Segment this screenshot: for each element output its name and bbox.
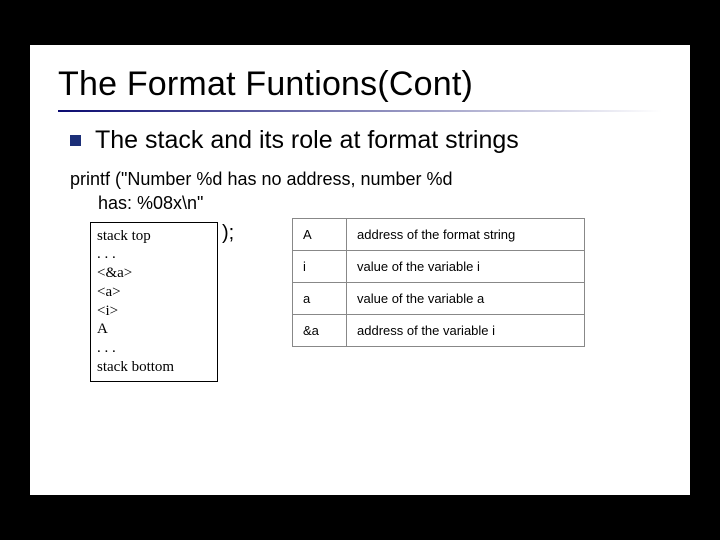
legend-value: value of the variable a bbox=[347, 282, 585, 314]
legend-key: a bbox=[293, 282, 347, 314]
stack-line: stack top bbox=[97, 227, 211, 246]
title-underline bbox=[58, 110, 662, 112]
table-row: i value of the variable i bbox=[293, 250, 585, 282]
stack-line: stack bottom bbox=[97, 358, 211, 377]
code-snippet: printf ("Number %d has no address, numbe… bbox=[30, 163, 690, 216]
stack-line: <a> bbox=[97, 283, 211, 302]
legend-value: value of the variable i bbox=[347, 250, 585, 282]
square-bullet-icon bbox=[70, 135, 81, 146]
table-row: a value of the variable a bbox=[293, 282, 585, 314]
lower-area: ); stack top . . . <&a> <a> <i> A . . . … bbox=[30, 222, 690, 412]
legend-key: i bbox=[293, 250, 347, 282]
bullet-text: The stack and its role at format strings bbox=[95, 126, 519, 155]
stack-line: . . . bbox=[97, 339, 211, 358]
code-line-1: printf ("Number %d has no address, numbe… bbox=[70, 167, 662, 191]
table-row: &a address of the variable i bbox=[293, 314, 585, 346]
stack-line: A bbox=[97, 320, 211, 339]
legend-value: address of the variable i bbox=[347, 314, 585, 346]
stack-diagram: stack top . . . <&a> <a> <i> A . . . sta… bbox=[90, 222, 218, 382]
slide: The Format Funtions(Cont) The stack and … bbox=[30, 45, 690, 495]
code-fragment-paren: ); bbox=[222, 222, 234, 245]
stack-line: <&a> bbox=[97, 264, 211, 283]
legend-table: A address of the format string i value o… bbox=[292, 218, 585, 347]
legend-key: A bbox=[293, 218, 347, 250]
page-title: The Format Funtions(Cont) bbox=[30, 45, 690, 110]
stack-line: . . . bbox=[97, 245, 211, 264]
legend-key: &a bbox=[293, 314, 347, 346]
code-line-2: has: %08x\n" bbox=[70, 191, 662, 215]
table-row: A address of the format string bbox=[293, 218, 585, 250]
stack-line: <i> bbox=[97, 302, 211, 321]
bullet-item: The stack and its role at format strings bbox=[30, 122, 690, 163]
legend-value: address of the format string bbox=[347, 218, 585, 250]
